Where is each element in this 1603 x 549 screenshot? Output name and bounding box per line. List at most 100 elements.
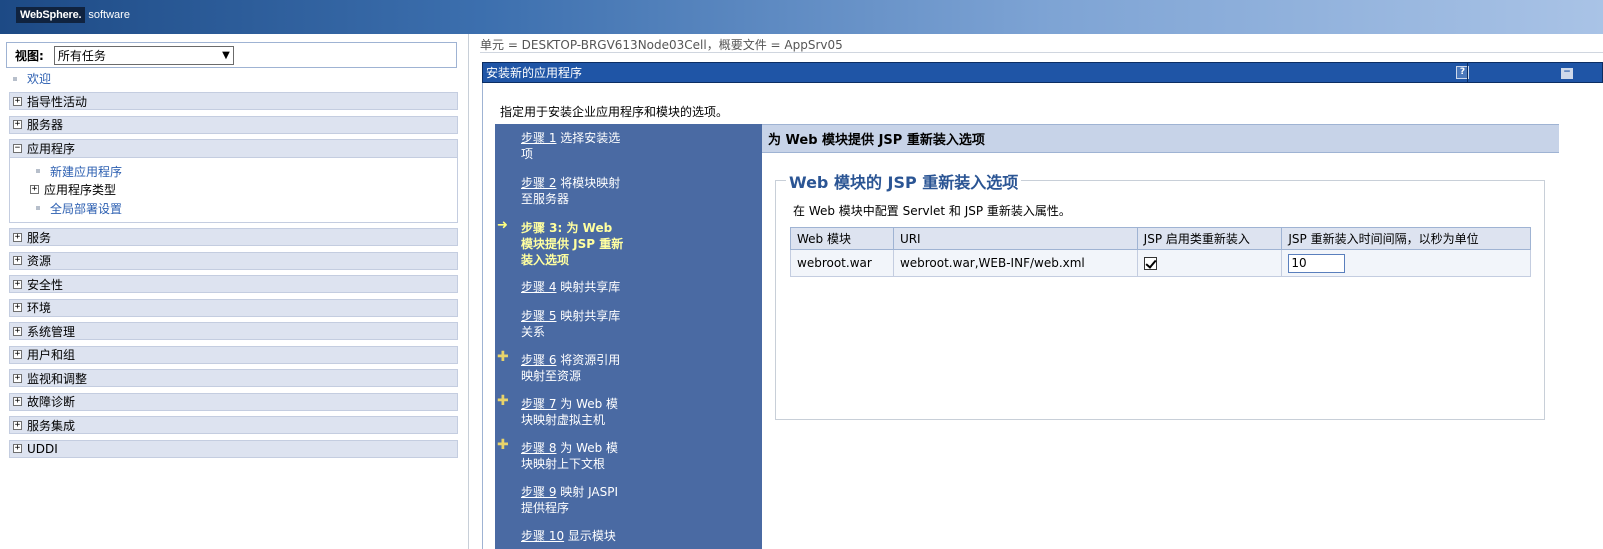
- step-text: 为 Web 模: [556, 441, 619, 455]
- expand-icon[interactable]: +: [13, 350, 22, 359]
- panel-title: 安装新的应用程序: [486, 66, 583, 80]
- expand-icon[interactable]: +: [13, 373, 22, 383]
- expand-icon[interactable]: +: [13, 444, 22, 453]
- step-text: 项: [521, 147, 534, 161]
- main-pane: 为 Web 模块提供 JSP 重新装入选项 Web 模块的 JSP 重新装入选项…: [762, 124, 1603, 549]
- step-6[interactable]: 步骤 6 将资源引用 映射至资源: [521, 352, 639, 384]
- step-link[interactable]: 步骤 6: [521, 353, 556, 367]
- expand-icon[interactable]: +: [13, 279, 22, 289]
- expand-icon[interactable]: +: [13, 256, 22, 265]
- expand-icon[interactable]: +: [13, 120, 22, 129]
- subitem-label[interactable]: 全局部署设置: [50, 200, 122, 217]
- nav-item-service-integration[interactable]: + 服务集成: [9, 416, 458, 434]
- expand-icon[interactable]: +: [13, 303, 22, 312]
- titlebar-divider: [1467, 63, 1468, 82]
- step-1[interactable]: 步骤 1 选择安装选 项: [521, 130, 639, 162]
- step-4[interactable]: 步骤 4 映射共享库: [521, 279, 639, 295]
- step-link[interactable]: 步骤 2: [521, 176, 556, 190]
- expand-icon[interactable]: +: [13, 232, 22, 242]
- expand-icon[interactable]: +: [30, 185, 39, 195]
- reload-interval-input[interactable]: 10: [1288, 253, 1346, 273]
- step-text: 映射共享库: [556, 309, 621, 323]
- step-text: 映射共享库: [556, 280, 621, 294]
- nav-item-label: 资源: [27, 254, 52, 268]
- subitem-application-types[interactable]: + 应用程序类型: [10, 181, 457, 200]
- cell-reload-enabled: [1136, 249, 1283, 277]
- step-text: 将资源引用: [556, 353, 621, 367]
- expand-icon[interactable]: +: [13, 326, 22, 336]
- expand-icon[interactable]: +: [13, 96, 22, 106]
- welcome-item[interactable]: 欢迎: [13, 70, 51, 87]
- nav-item-environment[interactable]: + 环境: [9, 298, 458, 317]
- step-text: 关系: [521, 325, 546, 339]
- chevron-down-icon: ▼: [222, 49, 230, 61]
- bullet-icon: [13, 76, 17, 81]
- column-header-uri: URI: [892, 227, 1138, 250]
- step-10[interactable]: 步骤 10 显示模块: [521, 528, 639, 544]
- nav-item-security[interactable]: + 安全性: [9, 275, 458, 293]
- nav-item-label: 系统管理: [27, 324, 76, 339]
- step-text: 模块提供 JSP 重新: [521, 237, 624, 251]
- nav-item-label: 服务器: [27, 118, 64, 132]
- nav-item-system-admin[interactable]: + 系统管理: [9, 322, 458, 340]
- reload-enabled-checkbox[interactable]: [1143, 257, 1157, 270]
- nav-item-label: 服务集成: [27, 418, 76, 433]
- step-link[interactable]: 步骤 7: [521, 397, 556, 411]
- nav-item-applications: − 应用程序 新建应用程序 + 应用程序类型 全局部署设置: [9, 139, 458, 223]
- top-banner: WebSphere. software: [0, 0, 1603, 34]
- nav-item-troubleshooting[interactable]: + 故障诊断: [9, 392, 458, 411]
- subitem-new-application[interactable]: 新建应用程序: [10, 162, 457, 181]
- nav-tree: + 指导性活动 + 服务器 − 应用程序 新建应用程序 + 应用程序类型 全局部…: [9, 92, 458, 463]
- nav-divider[interactable]: [468, 34, 469, 549]
- subitem-label: 应用程序类型: [44, 183, 117, 198]
- step-text: 显示模块: [564, 529, 616, 543]
- nav-item-servers[interactable]: + 服务器: [9, 115, 458, 134]
- nav-item-label: 环境: [27, 301, 52, 315]
- subitem-global-deployment[interactable]: 全局部署设置: [10, 199, 457, 218]
- step-link[interactable]: 步骤 9: [521, 485, 556, 499]
- step-7[interactable]: 步骤 7 为 Web 模 块映射虚拟主机: [521, 396, 639, 428]
- nav-item-label: 服务: [27, 230, 52, 245]
- bullet-icon: [36, 169, 40, 174]
- step-link[interactable]: 步骤 10: [521, 529, 564, 543]
- step-link[interactable]: 步骤 1: [521, 131, 556, 145]
- cell-reload-interval: 10: [1281, 249, 1531, 277]
- step-text: 映射至资源: [521, 369, 582, 383]
- plus-icon: ✚: [497, 437, 509, 453]
- wizard-steps: 步骤 1 选择安装选 项 步骤 2 将模块映射 至服务器 ➜ 步骤 3: 为 W…: [495, 124, 762, 549]
- step-8[interactable]: 步骤 8 为 Web 模 块映射上下文根: [521, 440, 639, 472]
- step-link[interactable]: 步骤 5: [521, 309, 556, 323]
- collapse-icon[interactable]: −: [13, 144, 22, 153]
- step-5[interactable]: 步骤 5 映射共享库 关系: [521, 308, 639, 340]
- nav-item-applications-head[interactable]: − 应用程序: [10, 140, 457, 158]
- nav-item-users-groups[interactable]: + 用户和组: [9, 345, 458, 364]
- context-divider: [480, 52, 1603, 53]
- table-row: webroot.war webroot.war,WEB-INF/web.xml …: [790, 249, 1531, 277]
- step-2[interactable]: 步骤 2 将模块映射 至服务器: [521, 175, 639, 207]
- minimize-icon[interactable]: −: [1561, 68, 1573, 79]
- step-9[interactable]: 步骤 9 映射 JASPI 提供程序: [521, 484, 639, 516]
- step-link[interactable]: 步骤 4: [521, 280, 556, 294]
- step-3-current: 步骤 3: 为 Web 模块提供 JSP 重新 装入选项: [521, 220, 639, 268]
- step-text: 将模块映射: [556, 176, 621, 190]
- nav-item-label: 监视和调整: [27, 371, 88, 386]
- nav-item-uddi[interactable]: + UDDI: [9, 439, 458, 458]
- nav-item-monitoring[interactable]: + 监视和调整: [9, 369, 458, 387]
- fieldset-description: 在 Web 模块中配置 Servlet 和 JSP 重新装入属性。: [793, 204, 1071, 218]
- step-link[interactable]: 步骤 8: [521, 441, 556, 455]
- nav-item-guided-activities[interactable]: + 指导性活动: [9, 92, 458, 110]
- expand-icon[interactable]: +: [13, 420, 22, 430]
- welcome-link[interactable]: 欢迎: [27, 70, 51, 87]
- fieldset-legend: Web 模块的 JSP 重新装入选项: [786, 169, 1022, 193]
- expand-icon[interactable]: +: [13, 397, 22, 406]
- subitem-label[interactable]: 新建应用程序: [50, 163, 122, 180]
- nav-item-services[interactable]: + 服务: [9, 228, 458, 246]
- view-selected-value: 所有任务: [57, 48, 106, 63]
- cell-uri: webroot.war,WEB-INF/web.xml: [892, 249, 1138, 277]
- nav-item-label: UDDI: [27, 441, 58, 456]
- nav-item-resources[interactable]: + 资源: [9, 251, 458, 270]
- column-header-module: Web 模块: [790, 227, 894, 250]
- step-text: 步骤 3: 为 Web: [521, 221, 613, 235]
- step-heading: 为 Web 模块提供 JSP 重新装入选项: [762, 124, 1559, 153]
- view-select[interactable]: 所有任务 ▼: [53, 45, 234, 65]
